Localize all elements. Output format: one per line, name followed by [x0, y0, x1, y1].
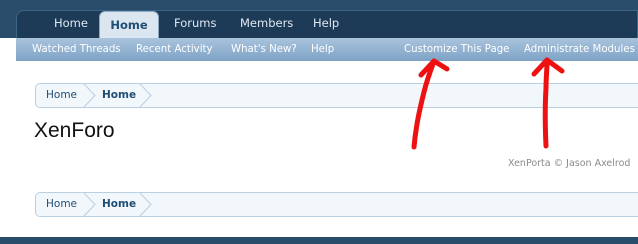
footer-bar — [0, 237, 638, 244]
chevron-right-icon — [83, 84, 96, 107]
watched-threads-link[interactable]: Watched Threads — [32, 44, 121, 55]
help-link[interactable]: Help — [311, 44, 334, 55]
tab-home[interactable]: Home — [54, 16, 88, 30]
breadcrumb: Home Home — [35, 83, 638, 108]
whats-new-link[interactable]: What's New? — [231, 44, 297, 55]
tab-members[interactable]: Members — [240, 16, 293, 30]
tab-home-active[interactable]: Home — [99, 11, 159, 39]
breadcrumb-home[interactable]: Home — [46, 193, 77, 216]
tab-forums[interactable]: Forums — [174, 16, 216, 30]
breadcrumb-current[interactable]: Home — [102, 193, 136, 216]
administrate-modules-link[interactable]: Administrate Modules — [524, 44, 635, 55]
chevron-right-icon — [139, 84, 152, 107]
breadcrumb-home[interactable]: Home — [46, 84, 77, 107]
tab-help[interactable]: Help — [313, 16, 339, 30]
breadcrumb-current[interactable]: Home — [102, 84, 136, 107]
customize-page-link[interactable]: Customize This Page — [404, 44, 509, 55]
recent-activity-link[interactable]: Recent Activity — [136, 44, 213, 55]
chevron-right-icon — [139, 193, 152, 216]
credit-text: XenPorta © Jason Axelrod — [508, 158, 631, 169]
chevron-right-icon — [83, 193, 96, 216]
breadcrumb-bottom: Home Home — [35, 192, 638, 217]
page-title: XenForo — [34, 119, 115, 142]
